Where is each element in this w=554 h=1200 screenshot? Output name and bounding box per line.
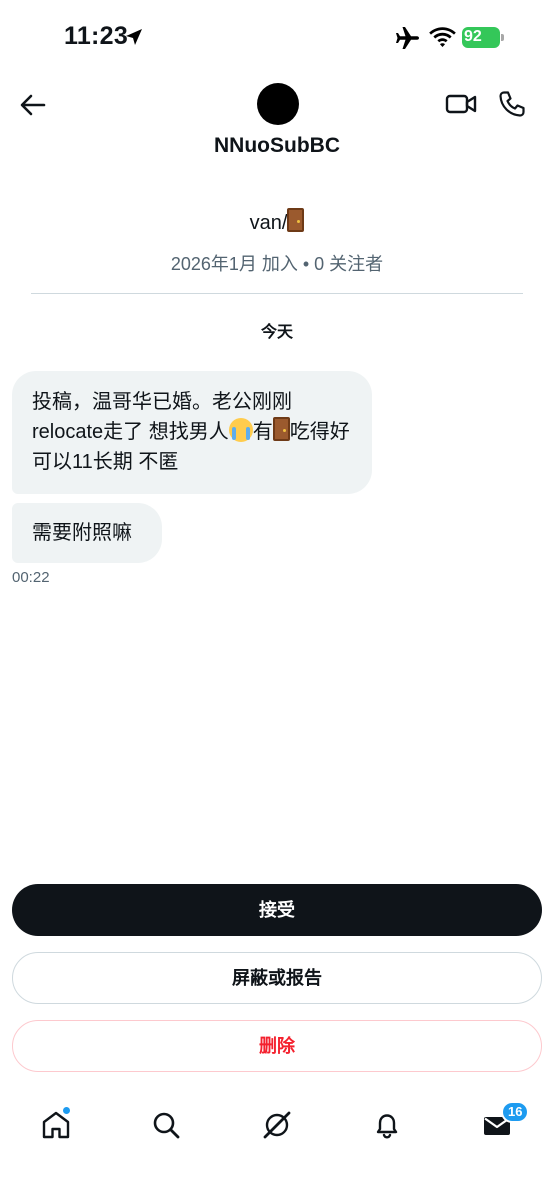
message-bubble[interactable]: 需要附照嘛 bbox=[12, 503, 162, 563]
conversation-username: NNuoSubBC bbox=[214, 134, 340, 157]
date-separator: 今天 bbox=[260, 324, 293, 341]
wifi-icon bbox=[429, 27, 456, 47]
battery-cap bbox=[501, 34, 504, 41]
accept-button[interactable]: 接受 bbox=[12, 884, 542, 936]
tab-grok[interactable] bbox=[257, 1105, 297, 1145]
battery-body: 92 bbox=[462, 27, 500, 48]
message-text: 有 bbox=[252, 421, 273, 443]
profile-bio: van/ bbox=[0, 208, 554, 235]
tab-search[interactable] bbox=[146, 1105, 186, 1145]
battery-indicator: 92 bbox=[462, 27, 504, 48]
status-time: 11:23 bbox=[64, 22, 129, 50]
crying-face-emoji-icon bbox=[228, 418, 253, 442]
search-icon bbox=[153, 1112, 180, 1139]
bottom-tab-bar: 16 bbox=[0, 1095, 554, 1155]
unread-count-badge: 16 bbox=[501, 1101, 530, 1123]
divider bbox=[31, 293, 523, 294]
avatar[interactable] bbox=[257, 83, 299, 125]
location-arrow-icon bbox=[126, 29, 142, 45]
bio-text: van/ bbox=[249, 212, 288, 234]
grok-icon bbox=[263, 1111, 291, 1139]
delete-button[interactable]: 删除 bbox=[12, 1020, 542, 1072]
message-bubble[interactable]: 投稿，温哥华已婚。老公刚刚relocate走了 想找男人有吃得好可以11长期 不… bbox=[12, 371, 372, 494]
airplane-mode-icon bbox=[396, 27, 419, 49]
block-or-report-button[interactable]: 屏蔽或报告 bbox=[12, 952, 542, 1004]
tab-home[interactable] bbox=[36, 1105, 76, 1145]
tab-messages[interactable]: 16 bbox=[477, 1101, 530, 1145]
message-timestamp: 00:22 bbox=[12, 569, 50, 586]
video-call-icon[interactable] bbox=[445, 90, 477, 118]
profile-meta: 2026年1月 加入 • 0 关注者 bbox=[170, 254, 384, 274]
phone-call-icon[interactable] bbox=[498, 90, 526, 118]
back-arrow-icon[interactable] bbox=[18, 90, 48, 120]
door-emoji-icon bbox=[272, 417, 290, 441]
battery-level: 92 bbox=[464, 28, 482, 45]
status-bar: 11:23 92 bbox=[0, 0, 554, 76]
bell-icon bbox=[376, 1114, 398, 1139]
tab-notifications[interactable] bbox=[367, 1105, 407, 1145]
notification-dot bbox=[62, 1106, 71, 1115]
door-emoji-icon bbox=[287, 208, 305, 232]
message-text: 需要附照嘛 bbox=[32, 522, 132, 544]
